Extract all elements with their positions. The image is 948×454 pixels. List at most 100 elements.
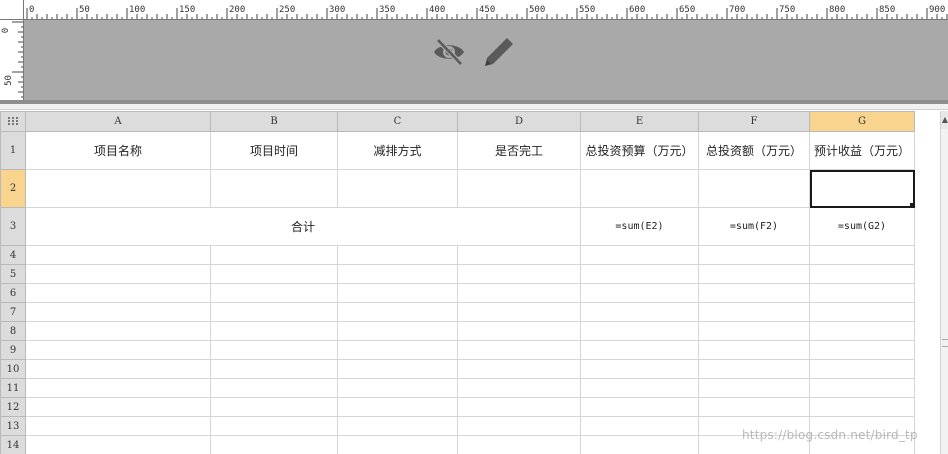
cell-g4[interactable]: [809, 245, 915, 265]
cell-d7[interactable]: [457, 302, 581, 322]
cell-e5[interactable]: [580, 264, 699, 284]
row-header-7[interactable]: 7: [0, 302, 26, 322]
cell-d6[interactable]: [457, 283, 581, 303]
cell-f6[interactable]: [698, 283, 810, 303]
row-header-3[interactable]: 3: [0, 207, 26, 246]
cell-f10[interactable]: [698, 359, 810, 379]
cell-d12[interactable]: [457, 397, 581, 417]
cell-e7[interactable]: [580, 302, 699, 322]
scroll-up-arrow-icon[interactable]: ▲: [941, 111, 948, 129]
column-header-b[interactable]: B: [210, 111, 338, 132]
cell-f9[interactable]: [698, 340, 810, 360]
cell-b5[interactable]: [210, 264, 338, 284]
cell-c6[interactable]: [337, 283, 458, 303]
cell-c7[interactable]: [337, 302, 458, 322]
cell-d9[interactable]: [457, 340, 581, 360]
cell-e8[interactable]: [580, 321, 699, 341]
cell-c13[interactable]: [337, 416, 458, 436]
row-header-2[interactable]: 2: [0, 169, 26, 208]
cell-g11[interactable]: [809, 378, 915, 398]
cell-d2[interactable]: [457, 169, 581, 208]
row-header-13[interactable]: 13: [0, 416, 26, 436]
cell-e9[interactable]: [580, 340, 699, 360]
cell-a13[interactable]: [25, 416, 211, 436]
cell-e1[interactable]: 总投资预算（万元）: [580, 131, 699, 170]
spreadsheet[interactable]: A B C D E F G 1 项目名称 项目时间 减排方式 是否完工 总投资预…: [0, 111, 940, 454]
cell-g9[interactable]: [809, 340, 915, 360]
cell-g3-formula[interactable]: =sum(G2): [809, 207, 915, 246]
cell-b13[interactable]: [210, 416, 338, 436]
cell-b4[interactable]: [210, 245, 338, 265]
cell-c11[interactable]: [337, 378, 458, 398]
row-header-5[interactable]: 5: [0, 264, 26, 284]
cell-b11[interactable]: [210, 378, 338, 398]
select-all-corner[interactable]: [0, 111, 26, 132]
cell-c1[interactable]: 减排方式: [337, 131, 458, 170]
cell-d8[interactable]: [457, 321, 581, 341]
cell-a2[interactable]: [25, 169, 211, 208]
cell-a6[interactable]: [25, 283, 211, 303]
cell-g5[interactable]: [809, 264, 915, 284]
column-header-e[interactable]: E: [580, 111, 699, 132]
cell-e14[interactable]: [580, 435, 699, 454]
cell-b6[interactable]: [210, 283, 338, 303]
cell-e4[interactable]: [580, 245, 699, 265]
cell-d4[interactable]: [457, 245, 581, 265]
cell-e10[interactable]: [580, 359, 699, 379]
cell-f12[interactable]: [698, 397, 810, 417]
cell-e3-formula[interactable]: =sum(E2): [580, 207, 699, 246]
cell-d10[interactable]: [457, 359, 581, 379]
cell-b9[interactable]: [210, 340, 338, 360]
row-header-6[interactable]: 6: [0, 283, 26, 303]
cell-a9[interactable]: [25, 340, 211, 360]
cell-b14[interactable]: [210, 435, 338, 454]
fill-handle[interactable]: [910, 203, 914, 207]
cell-g12[interactable]: [809, 397, 915, 417]
cell-g8[interactable]: [809, 321, 915, 341]
cell-f7[interactable]: [698, 302, 810, 322]
cell-f5[interactable]: [698, 264, 810, 284]
cell-a5[interactable]: [25, 264, 211, 284]
cell-c2[interactable]: [337, 169, 458, 208]
cell-e2[interactable]: [580, 169, 699, 208]
cell-f11[interactable]: [698, 378, 810, 398]
cell-b7[interactable]: [210, 302, 338, 322]
cell-f4[interactable]: [698, 245, 810, 265]
scrollbar-grip[interactable]: [942, 339, 948, 347]
row-header-12[interactable]: 12: [0, 397, 26, 417]
pencil-icon[interactable]: [481, 36, 517, 68]
cell-c14[interactable]: [337, 435, 458, 454]
cell-c10[interactable]: [337, 359, 458, 379]
row-header-4[interactable]: 4: [0, 245, 26, 265]
row-header-8[interactable]: 8: [0, 321, 26, 341]
cell-e12[interactable]: [580, 397, 699, 417]
cell-b12[interactable]: [210, 397, 338, 417]
cell-c9[interactable]: [337, 340, 458, 360]
cell-c4[interactable]: [337, 245, 458, 265]
cell-b1[interactable]: 项目时间: [210, 131, 338, 170]
cell-a8[interactable]: [25, 321, 211, 341]
row-header-14[interactable]: 14: [0, 435, 26, 454]
column-header-c[interactable]: C: [337, 111, 458, 132]
cell-c5[interactable]: [337, 264, 458, 284]
cell-a7[interactable]: [25, 302, 211, 322]
column-header-f[interactable]: F: [698, 111, 810, 132]
cell-f3-formula[interactable]: =sum(F2): [698, 207, 810, 246]
cell-g10[interactable]: [809, 359, 915, 379]
cell-d14[interactable]: [457, 435, 581, 454]
row-header-10[interactable]: 10: [0, 359, 26, 379]
cell-a4[interactable]: [25, 245, 211, 265]
cell-c12[interactable]: [337, 397, 458, 417]
cell-d5[interactable]: [457, 264, 581, 284]
cell-d1[interactable]: 是否完工: [457, 131, 581, 170]
cell-f8[interactable]: [698, 321, 810, 341]
cell-c8[interactable]: [337, 321, 458, 341]
cell-g7[interactable]: [809, 302, 915, 322]
cell-b2[interactable]: [210, 169, 338, 208]
cell-a10[interactable]: [25, 359, 211, 379]
cell-a12[interactable]: [25, 397, 211, 417]
cell-g1[interactable]: 预计收益（万元）: [809, 131, 915, 170]
cell-e13[interactable]: [580, 416, 699, 436]
row-header-9[interactable]: 9: [0, 340, 26, 360]
cell-g2-selected[interactable]: [809, 169, 915, 208]
